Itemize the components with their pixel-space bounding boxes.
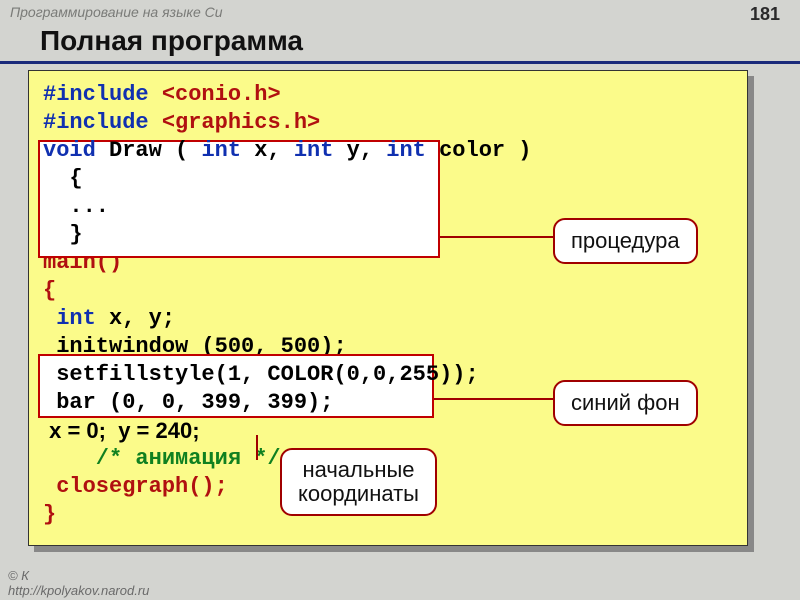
connector-line [440, 236, 553, 238]
code-line: ... [43, 193, 733, 221]
connector-line [434, 398, 553, 400]
code-line: { [43, 277, 733, 305]
page-number: 181 [750, 4, 780, 25]
code-text: y, [333, 138, 386, 163]
code-text: <conio.h> [149, 82, 281, 107]
callout-text: координаты [298, 482, 419, 506]
slide-footer: © К http://kpolyakov.narod.ru [8, 568, 149, 598]
callout-initcoords: начальные координаты [280, 448, 437, 516]
footer-author: © К [8, 568, 149, 583]
connector-line [256, 435, 258, 460]
callout-bluebg: синий фон [553, 380, 698, 426]
code-line: { [43, 165, 733, 193]
callout-text: начальные [298, 458, 419, 482]
footer-url: http://kpolyakov.narod.ru [8, 583, 149, 598]
slide-header: Программирование на языке Си 181 [0, 0, 800, 25]
code-text: color ) [426, 138, 532, 163]
code-text: Draw ( [96, 138, 202, 163]
callout-text: процедура [571, 228, 680, 253]
course-title: Программирование на языке Си [10, 4, 223, 25]
code-kw: #include [43, 82, 149, 107]
code-kw: #include [43, 110, 149, 135]
code-text: x, y; [96, 306, 175, 331]
slide-title: Полная программа [0, 25, 800, 64]
code-kw: int [294, 138, 334, 163]
callout-text: синий фон [571, 390, 680, 415]
callout-procedure: процедура [553, 218, 698, 264]
code-kw: int [43, 306, 96, 331]
code-text: <graphics.h> [149, 110, 321, 135]
code-kw: int [386, 138, 426, 163]
code-kw: int [201, 138, 241, 163]
code-text: x, [241, 138, 294, 163]
code-kw: void [43, 138, 96, 163]
